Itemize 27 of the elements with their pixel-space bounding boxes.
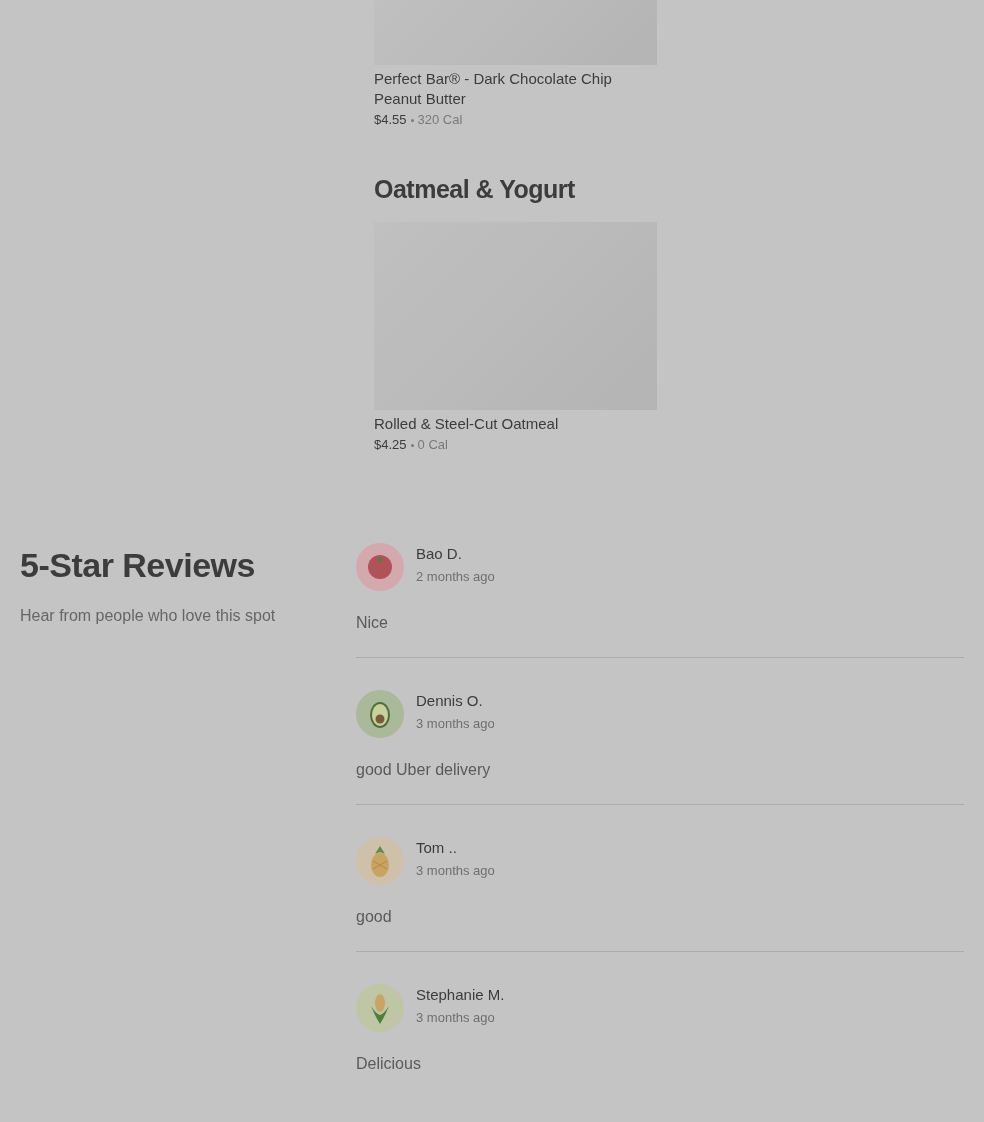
item-name[interactable]: Rolled & Steel-Cut Oatmeal [374, 414, 657, 434]
reviewer-name: Bao D. [416, 544, 463, 564]
review-time: 3 months ago [416, 863, 495, 878]
section-heading: Oatmeal & Yogurt [374, 174, 576, 204]
tomato-avatar-icon [356, 543, 404, 591]
separator-dot [410, 443, 414, 447]
pineapple-avatar-icon [356, 837, 404, 885]
separator-dot [410, 118, 414, 122]
review-text: Delicious [356, 1054, 422, 1074]
avocado-avatar-icon [356, 690, 404, 738]
item-name[interactable]: Perfect Bar® - Dark Chocolate Chip Peanut Butter [374, 69, 657, 109]
review-time: 3 months ago [416, 716, 495, 731]
item-price: $4.25 [374, 437, 407, 453]
review-text: Nice [356, 613, 389, 633]
review-text: good [356, 907, 393, 927]
corn-avatar-icon [356, 984, 404, 1032]
review-time: 2 months ago [416, 569, 495, 584]
item-calories: 320 Cal [417, 112, 463, 128]
reviews-subtitle: Hear from people who love this spot [20, 607, 277, 625]
review-time: 3 months ago [416, 1010, 496, 1025]
reviewer-name: Stephanie M. [416, 985, 505, 1005]
reviewer-name: Dennis O. [416, 691, 484, 711]
review-text: good Uber delivery [356, 760, 492, 780]
item-calories: 0 Cal [417, 437, 448, 453]
reviewer-name: Tom .. [416, 838, 458, 858]
reviews-title: 5-Star Reviews [20, 545, 256, 586]
item-price: $4.55 [374, 112, 407, 128]
